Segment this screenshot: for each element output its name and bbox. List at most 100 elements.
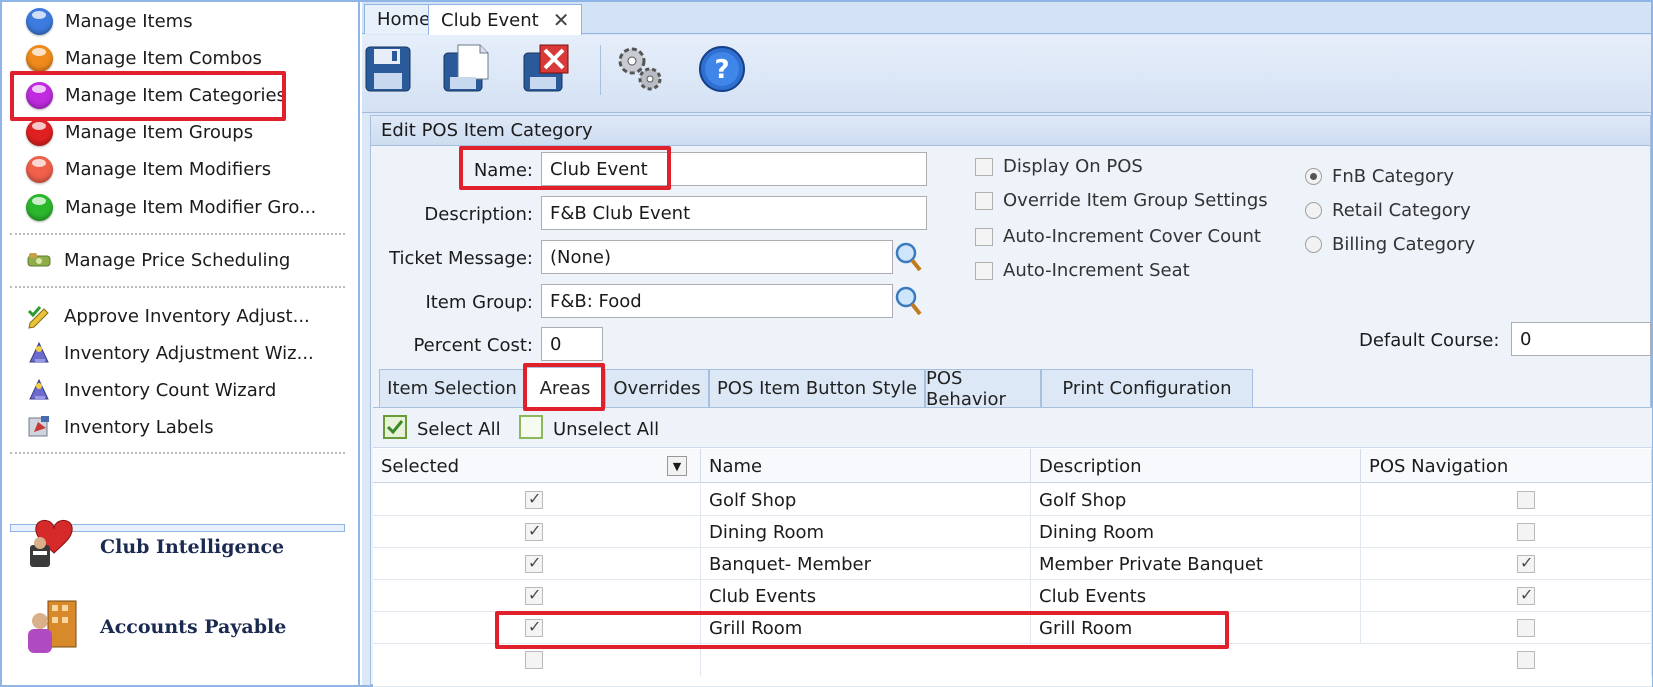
unselect-all-button[interactable]: Unselect All <box>519 415 659 444</box>
percent-cost-value: 0 <box>550 333 562 355</box>
radio-button[interactable] <box>1305 236 1322 253</box>
green-orb-icon <box>26 193 53 221</box>
settings-icon[interactable] <box>614 43 666 95</box>
tab-pos-behavior[interactable]: POS Behavior <box>925 368 1041 410</box>
sidebar-item-inventory-count-wizard[interactable]: Inventory Count Wizard <box>12 372 342 408</box>
checkbox-label: Override Item Group Settings <box>1003 190 1268 211</box>
column-header-pos-navigation[interactable]: POS Navigation <box>1361 449 1652 483</box>
delete-icon[interactable] <box>520 43 572 95</box>
pos-navigation-cell <box>1361 580 1652 612</box>
help-icon[interactable]: ? <box>696 43 748 95</box>
main-panel: Home Club Event ✕ ? Edit POS Item Catego… <box>362 2 1652 687</box>
pos-navigation-checkbox[interactable] <box>1517 553 1535 573</box>
red-orb-icon <box>26 118 53 146</box>
sidebar-item-manage-item-groups[interactable]: Manage Item Groups <box>12 114 342 150</box>
table-row[interactable]: Banquet- Member Member Private Banquet <box>373 548 1652 580</box>
sidebar: Manage Items Manage Item Combos Manage I… <box>2 2 360 685</box>
name-label: Name: <box>473 160 533 181</box>
sidebar-item-manage-item-categories[interactable]: Manage Item Categories <box>12 77 342 113</box>
select-all-button[interactable]: Select All <box>383 415 501 444</box>
save-icon[interactable] <box>362 43 414 95</box>
sidebar-item-manage-items[interactable]: Manage Items <box>12 3 342 39</box>
table-row[interactable]: Golf Shop Golf Shop <box>373 484 1652 516</box>
pos-navigation-checkbox[interactable] <box>1517 585 1535 605</box>
sidebar-item-inventory-adjustment-wizard[interactable]: Inventory Adjustment Wiz... <box>12 335 342 371</box>
tab-areas[interactable]: Areas <box>525 367 605 408</box>
pos-navigation-cell <box>1361 484 1652 516</box>
selected-cell <box>373 612 701 644</box>
ticket-message-value: (None) <box>550 246 612 268</box>
tab-overrides[interactable]: Overrides <box>605 369 709 407</box>
row-selected-checkbox[interactable] <box>525 489 543 509</box>
sidebar-item-manage-item-combos[interactable]: Manage Item Combos <box>12 40 342 76</box>
sidebar-item-manage-item-modifier-groups[interactable]: Manage Item Modifier Gro... <box>12 189 342 225</box>
item-group-field[interactable]: F&B: Food <box>541 284 893 318</box>
default-course-field[interactable]: 0 <box>1511 322 1651 356</box>
checkbox[interactable] <box>975 261 993 280</box>
description-value: F&B Club Event <box>550 202 691 224</box>
column-header-name[interactable]: Name <box>701 449 1031 483</box>
wizard-icon <box>26 377 52 403</box>
search-icon[interactable] <box>893 240 923 274</box>
sidebar-item-approve-inventory-adjust[interactable]: Approve Inventory Adjust... <box>12 298 342 334</box>
unselect-all-icon <box>519 415 543 444</box>
sidebar-item-manage-item-modifiers[interactable]: Manage Item Modifiers <box>12 151 342 187</box>
ticket-message-field[interactable]: (None) <box>541 240 893 274</box>
radio-button[interactable] <box>1305 168 1322 185</box>
tab-pos-item-button-style[interactable]: POS Item Button Style <box>709 369 925 407</box>
tab-print-configuration[interactable]: Print Configuration <box>1041 369 1253 407</box>
module-accounts-payable[interactable]: Accounts Payable <box>24 592 344 662</box>
checkbox[interactable] <box>975 227 993 246</box>
tab-label: Item Selection <box>387 378 517 399</box>
row-selected-checkbox[interactable] <box>525 521 543 541</box>
description-field[interactable]: F&B Club Event <box>541 196 927 230</box>
fnb-category-radio[interactable]: FnB Category <box>1305 166 1454 187</box>
billing-category-radio[interactable]: Billing Category <box>1305 234 1475 255</box>
blue-orb-icon <box>26 7 53 35</box>
name-field[interactable]: Club Event <box>541 152 927 186</box>
checkbox[interactable] <box>975 191 993 210</box>
table-row[interactable]: Club Events Club Events <box>373 580 1652 612</box>
column-header-description[interactable]: Description <box>1031 449 1361 483</box>
display-on-pos-checkbox[interactable]: Display On POS <box>975 156 1143 177</box>
selection-toolbar: Select All Unselect All <box>373 408 1652 448</box>
tab-club-event[interactable]: Club Event ✕ <box>428 4 583 35</box>
tab-label: Club Event <box>441 9 539 31</box>
pos-navigation-cell <box>1361 548 1652 580</box>
tab-item-selection[interactable]: Item Selection <box>379 369 525 407</box>
accounts-payable-icon <box>24 595 82 660</box>
pos-navigation-checkbox[interactable] <box>1517 491 1535 509</box>
search-icon[interactable] <box>893 284 923 318</box>
retail-category-radio[interactable]: Retail Category <box>1305 200 1471 221</box>
save-new-icon[interactable] <box>440 43 492 95</box>
row-selected-checkbox[interactable] <box>525 617 543 637</box>
checkbox[interactable] <box>975 157 993 176</box>
percent-cost-field[interactable]: 0 <box>541 327 603 361</box>
money-icon <box>26 247 52 273</box>
row-selected-checkbox[interactable] <box>525 585 543 605</box>
pos-navigation-checkbox[interactable] <box>1517 619 1535 637</box>
auto-increment-cover-checkbox[interactable]: Auto-Increment Cover Count <box>975 226 1261 247</box>
filter-dropdown-icon[interactable]: ▼ <box>667 456 687 476</box>
row-selected-checkbox[interactable] <box>525 651 543 669</box>
checkbox-label: Auto-Increment Seat <box>1003 260 1190 281</box>
close-icon[interactable]: ✕ <box>553 8 570 32</box>
sidebar-item-manage-price-scheduling[interactable]: Manage Price Scheduling <box>12 242 342 278</box>
labels-icon <box>26 414 52 440</box>
module-club-intelligence[interactable]: Club Intelligence <box>24 512 344 582</box>
auto-increment-seat-checkbox[interactable]: Auto-Increment Seat <box>975 260 1190 281</box>
override-item-group-checkbox[interactable]: Override Item Group Settings <box>975 190 1268 211</box>
column-header-selected[interactable]: Selected ▼ <box>373 449 701 483</box>
table-row[interactable] <box>373 644 1652 687</box>
table-row[interactable]: Grill Room Grill Room <box>373 612 1652 644</box>
checkbox-label: Auto-Increment Cover Count <box>1003 226 1261 247</box>
select-all-label: Select All <box>417 419 501 440</box>
pos-navigation-checkbox[interactable] <box>1517 523 1535 541</box>
pos-navigation-checkbox[interactable] <box>1517 651 1535 669</box>
row-selected-checkbox[interactable] <box>525 553 543 573</box>
sidebar-item-inventory-labels[interactable]: Inventory Labels <box>12 409 342 445</box>
radio-button[interactable] <box>1305 202 1322 219</box>
tab-label: POS Item Button Style <box>716 378 918 399</box>
table-row[interactable]: Dining Room Dining Room <box>373 516 1652 548</box>
sidebar-item-label: Inventory Adjustment Wiz... <box>64 342 314 364</box>
